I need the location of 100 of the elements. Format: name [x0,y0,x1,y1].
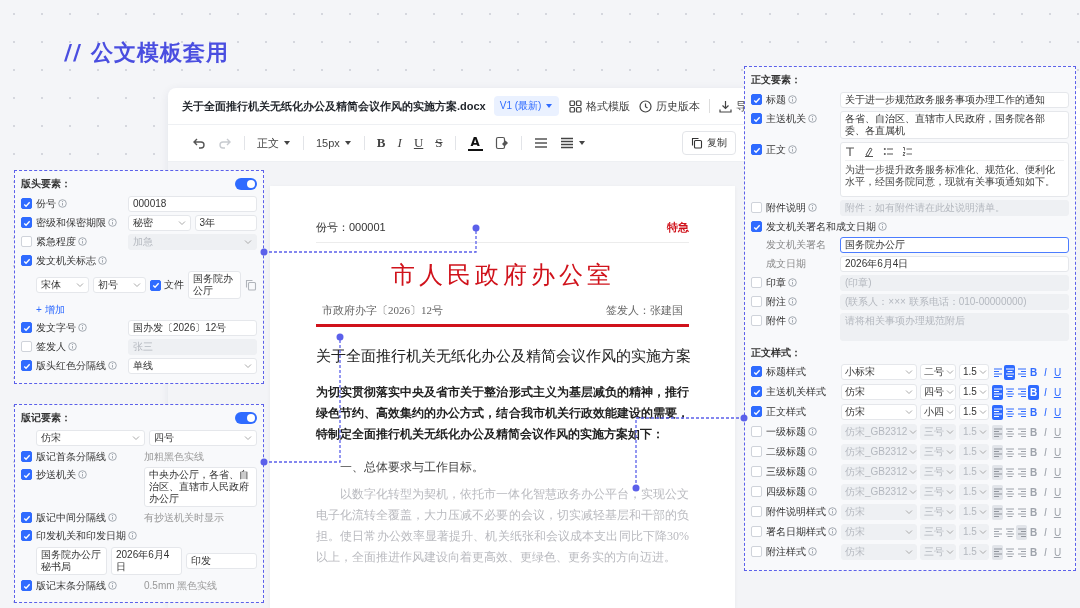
history-button[interactable]: 历史版本 [639,98,701,114]
checkbox[interactable] [21,198,32,209]
underline-button[interactable]: U [1052,424,1063,440]
bold-button[interactable]: B [1028,444,1039,460]
underline-button[interactable]: U [1052,444,1063,460]
checkbox[interactable] [150,279,161,291]
dropdown[interactable]: 小四 [920,404,956,420]
info-icon[interactable] [828,527,837,536]
dropdown[interactable]: 1.5 [959,364,989,380]
info-icon[interactable] [78,470,87,479]
info-icon[interactable] [98,256,107,265]
underline-button[interactable]: U [1052,524,1063,540]
underline-button[interactable]: U [1052,464,1063,480]
info-icon[interactable] [108,513,117,522]
bold-button[interactable]: B [1028,404,1039,420]
italic-button[interactable]: I [1040,384,1051,400]
input-field[interactable]: 关于进一步规范政务服务事项办理工作的通知 [840,92,1069,108]
checkbox[interactable] [21,255,32,266]
checkbox[interactable] [751,94,762,105]
bold-button[interactable]: B [1028,384,1039,400]
italic-button[interactable]: I [1040,364,1051,380]
info-icon[interactable] [78,237,87,246]
align-left-button[interactable] [992,384,1003,400]
dropdown[interactable]: 二号 [920,364,956,380]
checkbox[interactable] [751,144,762,155]
info-icon[interactable] [108,361,117,370]
info-icon[interactable] [808,547,817,556]
input-field[interactable]: 2026年6月4日 [840,256,1069,272]
underline-button[interactable]: U [413,135,424,151]
checkbox[interactable] [751,406,762,417]
dropdown[interactable]: 1.5 [959,404,989,420]
paint-icon[interactable] [864,146,875,157]
align-left-button[interactable] [992,404,1003,420]
info-icon[interactable] [808,487,817,496]
bold-button[interactable]: B [376,135,386,151]
input-field[interactable]: 2026年6月4日 [111,547,182,575]
italic-button[interactable]: I [1040,544,1051,560]
italic-button[interactable]: I [1040,464,1051,480]
italic-button[interactable]: I [1040,484,1051,500]
highlight-icon[interactable] [494,136,509,150]
toggle-switch[interactable] [235,178,257,190]
checkbox[interactable] [21,530,32,541]
info-icon[interactable] [808,203,817,212]
bold-button[interactable]: B [1028,524,1039,540]
dropdown[interactable]: 1.5 [959,384,989,400]
underline-button[interactable]: U [1052,484,1063,500]
underline-button[interactable]: U [1052,404,1063,420]
version-dropdown[interactable]: V1 (最新) [493,96,560,116]
bold-button[interactable]: B [1028,424,1039,440]
info-icon[interactable] [878,222,887,231]
underline-button[interactable]: U [1052,504,1063,520]
list-icon[interactable] [533,136,548,150]
strike-button[interactable]: S [435,135,443,151]
template-button[interactable]: 格式模版 [569,98,631,114]
underline-button[interactable]: U [1052,364,1063,380]
checkbox[interactable] [751,113,762,124]
numbered-list-icon[interactable] [902,146,913,157]
info-icon[interactable] [108,218,117,227]
input-field[interactable]: 国务院办公厅 [840,237,1069,253]
toggle-switch[interactable] [235,412,257,424]
info-icon[interactable] [788,278,797,287]
info-icon[interactable] [808,447,817,456]
bold-button[interactable]: B [1028,544,1039,560]
info-icon[interactable] [808,467,817,476]
add-link[interactable]: + 增加 [36,302,65,317]
info-icon[interactable] [108,452,117,461]
input-field[interactable]: 国务院办公厅 [188,271,241,299]
info-icon[interactable] [78,323,87,332]
align-dropdown[interactable] [559,136,586,150]
dropdown[interactable]: 四号 [148,430,257,446]
align-left-button[interactable] [992,444,1003,460]
align-left-button[interactable] [992,424,1003,440]
input-field[interactable]: 000018 [128,196,257,212]
toolbar-dropdown[interactable]: 15px [316,137,352,149]
italic-button[interactable]: I [1040,424,1051,440]
italic-button[interactable]: I [1040,444,1051,460]
copy-icon[interactable] [245,279,257,291]
align-left-button[interactable] [992,544,1003,560]
checkbox[interactable] [21,512,32,523]
italic-button[interactable]: I [397,135,402,151]
input-field[interactable]: 各省、自治区、直辖市人民政府，国务院各部委、各直属机 [840,111,1069,139]
info-icon[interactable] [788,316,797,325]
info-icon[interactable] [788,297,797,306]
checkbox[interactable] [21,580,32,591]
info-icon[interactable] [128,531,137,540]
info-icon[interactable] [58,199,67,208]
input-field[interactable]: 国务院办公厅秘书局 [36,547,107,575]
text-color-button[interactable]: A [467,135,483,151]
input-field[interactable]: 3年 [194,215,257,231]
input-field[interactable]: 印发 [186,553,257,569]
info-icon[interactable] [108,581,117,590]
underline-button[interactable]: U [1052,384,1063,400]
copy-button[interactable]: 复制 [682,131,736,155]
text-style-icon[interactable] [845,146,856,157]
info-icon[interactable] [68,342,77,351]
text-editor[interactable]: 为进一步提升政务服务标准化、规范化、便利化水平，经国务院同意，现就有关事项通知如下。 [840,142,1069,197]
toolbar-dropdown[interactable]: 正文 [257,135,291,151]
info-icon[interactable] [828,507,837,516]
italic-button[interactable]: I [1040,504,1051,520]
dropdown[interactable]: 初号 [93,277,146,293]
